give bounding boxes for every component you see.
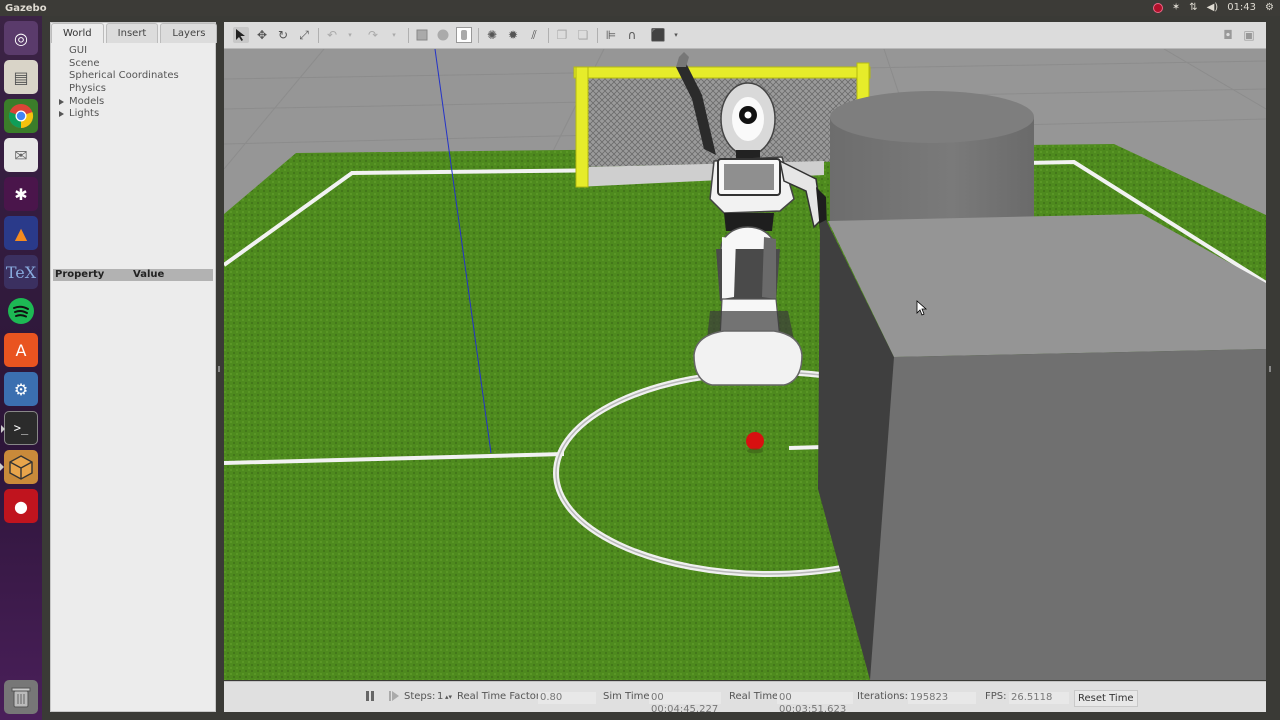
view-menu-icon[interactable]: ▾ (668, 27, 684, 43)
value-column-header[interactable]: Value (133, 269, 164, 281)
scale-mode-icon[interactable]: ⤢ (296, 27, 312, 43)
clock[interactable]: 01:43 (1227, 0, 1256, 16)
align-icon[interactable]: ⊫ (603, 27, 619, 43)
log-icon[interactable]: ▣ (1241, 27, 1257, 43)
cylinder-shape-icon[interactable] (456, 27, 472, 43)
expand-arrow-icon[interactable] (59, 98, 64, 105)
tree-item-label: Models (69, 95, 105, 107)
chrome-icon[interactable] (4, 99, 38, 133)
spotify-icon[interactable] (4, 294, 38, 328)
launcher: ◎ ▤ ✉ ✱ ▲ TeX A ⚙ >_ ● (0, 16, 42, 720)
system-top-bar: Gazebo ✶ ⇅ ◀) 01:43 ⚙ (0, 0, 1280, 16)
system-tray: ✶ ⇅ ◀) 01:43 ⚙ (1152, 0, 1280, 16)
screen-recorder-icon[interactable]: ● (4, 489, 38, 523)
property-column-header[interactable]: Property (53, 269, 133, 281)
slack-icon[interactable]: ✱ (4, 177, 38, 211)
tab-insert[interactable]: Insert (105, 23, 159, 43)
undo-icon[interactable]: ↶ (324, 27, 340, 43)
ubuntu-dash-icon[interactable]: ◎ (4, 21, 38, 55)
copy-icon[interactable]: ❐ (554, 27, 570, 43)
settings-icon[interactable]: ⚙ (4, 372, 38, 406)
tree-item-models[interactable]: Models (56, 96, 211, 109)
network-tools-icon[interactable]: ✶ (1172, 0, 1180, 16)
cylinder-obstacle (830, 91, 1034, 227)
world-panel: World Insert Layers GUI Scene Spherical … (50, 22, 219, 712)
software-center-icon[interactable]: A (4, 333, 38, 367)
tree-item-physics[interactable]: Physics (56, 83, 211, 96)
terminal-icon[interactable]: >_ (1, 411, 38, 445)
window-title: Gazebo (5, 2, 47, 14)
redo-icon[interactable]: ↷ (365, 27, 381, 43)
screenshot-icon[interactable]: ◘ (1220, 27, 1236, 43)
tree-item-spherical-coordinates[interactable]: Spherical Coordinates (56, 70, 211, 83)
gazebo-app-icon[interactable] (0, 450, 38, 484)
panel-splitter-handle[interactable] (218, 366, 220, 372)
steps-spinbox-arrow-icon[interactable]: ▴▾ (445, 682, 452, 712)
change-view-icon[interactable]: ⬛ (650, 27, 666, 43)
rotate-mode-icon[interactable]: ↻ (275, 27, 291, 43)
iterations-value: 195823 (908, 692, 976, 704)
tree-item-scene[interactable]: Scene (56, 58, 211, 71)
record-indicator-icon[interactable] (1152, 3, 1163, 13)
viewport-toolbar: ✥ ↻ ⤢ ↶ ▾ ↷ ▾ ✺ ✹ ⫽ ❐ ❏ ⊫ ∩ ⬛ ▾ ◘ ▣ (224, 22, 1266, 49)
sim-time-label: Sim Time: (603, 691, 653, 702)
iterations-label: Iterations: (857, 691, 908, 702)
translate-mode-icon[interactable]: ✥ (254, 27, 270, 43)
world-tree: GUI Scene Spherical Coordinates Physics … (56, 45, 211, 121)
trash-icon[interactable] (4, 680, 38, 714)
simulation-status-bar: Steps: 1 ▴▾ Real Time Factor: 0.80 Sim T… (224, 681, 1266, 715)
rtf-label: Real Time Factor: (457, 691, 544, 702)
3d-viewport[interactable] (224, 49, 1266, 680)
mail-icon[interactable]: ✉ (4, 138, 38, 172)
spot-light-icon[interactable]: ✹ (505, 27, 521, 43)
box-shape-icon[interactable] (414, 27, 430, 43)
undo-history-icon[interactable]: ▾ (342, 27, 358, 43)
sim-time-value: 00 00:04:45.227 (649, 692, 721, 715)
matlab-icon[interactable]: ▲ (4, 216, 38, 250)
box-obstacle (818, 214, 1266, 680)
redo-history-icon[interactable]: ▾ (386, 27, 402, 43)
snap-icon[interactable]: ∩ (624, 27, 640, 43)
sphere-shape-icon[interactable] (435, 27, 451, 43)
step-icon[interactable] (388, 682, 400, 712)
directional-light-icon[interactable]: ⫽ (526, 27, 542, 43)
select-mode-icon[interactable] (233, 27, 249, 43)
rtf-value: 0.80 (538, 692, 596, 704)
network-icon[interactable]: ⇅ (1189, 0, 1197, 16)
power-icon[interactable]: ⚙ (1265, 0, 1274, 16)
volume-icon[interactable]: ◀) (1207, 0, 1219, 16)
fps-value: 26.5118 (1009, 692, 1069, 704)
tree-item-label: Lights (69, 108, 100, 120)
tree-item-lights[interactable]: Lights (56, 108, 211, 121)
texmaker-icon[interactable]: TeX (4, 255, 38, 289)
point-light-icon[interactable]: ✺ (484, 27, 500, 43)
paste-icon[interactable]: ❏ (575, 27, 591, 43)
steps-label: Steps: (404, 691, 436, 702)
panel-tabs: World Insert Layers (51, 23, 219, 43)
steps-spinbox[interactable]: 1 (437, 682, 443, 712)
tree-item-gui[interactable]: GUI (56, 45, 211, 58)
reset-time-button[interactable]: Reset Time (1074, 690, 1138, 707)
expand-arrow-icon[interactable] (59, 111, 64, 118)
files-icon[interactable]: ▤ (4, 60, 38, 94)
property-table-header: Property Value (53, 269, 213, 281)
pause-icon[interactable] (364, 682, 376, 712)
right-panel-splitter-handle[interactable] (1269, 366, 1271, 372)
real-time-label: Real Time: (729, 691, 782, 702)
tab-world[interactable]: World (51, 23, 104, 43)
fps-label: FPS: (985, 691, 1007, 702)
tab-layers[interactable]: Layers (160, 23, 218, 43)
red-ball (746, 432, 764, 450)
real-time-value: 00 00:03:51.623 (777, 692, 853, 715)
